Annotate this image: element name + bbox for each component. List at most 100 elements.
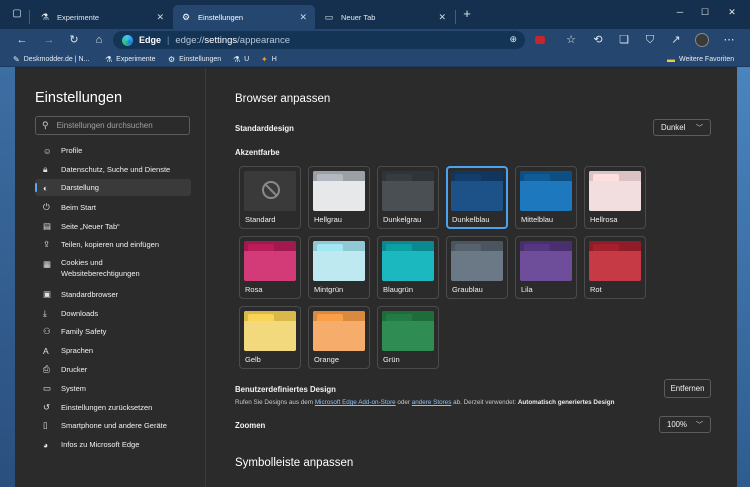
accent-preview-front (244, 251, 296, 281)
sidebar-item-family[interactable]: ⚇ Family Safety (35, 323, 191, 340)
sidebar-item-label: Seite „Neuer Tab“ (61, 222, 120, 231)
section-heading-customize-browser: Browser anpassen (235, 93, 331, 105)
accent-swatch-label: Rot (590, 285, 602, 294)
accent-swatch-grün[interactable]: Grün (377, 306, 439, 369)
accent-swatch-orange[interactable]: Orange (308, 306, 370, 369)
refresh-icon[interactable]: ↻ (66, 32, 82, 48)
accent-preview (382, 241, 434, 281)
accent-swatch-dunkelblau[interactable]: Dunkelblau (446, 166, 508, 229)
share-icon[interactable]: ↗ (668, 32, 684, 48)
profile-avatar-icon[interactable] (694, 32, 710, 48)
minimize-icon[interactable]: ─ (670, 4, 690, 20)
close-icon[interactable]: ✕ (299, 12, 307, 23)
accent-swatch-graublau[interactable]: Graublau (446, 236, 508, 299)
sidebar-item-printers[interactable]: ⎙ Drucker (35, 361, 191, 378)
printer-icon: ⎙ (43, 364, 50, 374)
sidebar-item-appearance[interactable]: ◐ Darstellung (35, 179, 191, 196)
accent-color-label: Akzentfarbe (235, 148, 280, 157)
navigation-bar: ← → ↻ ⌂ Edge | edge://settings/appearanc… (0, 29, 750, 51)
accent-preview (244, 311, 296, 351)
settings-search-input[interactable]: ⚲ Einstellungen durchsuchen (35, 116, 190, 135)
shield-icon[interactable]: ⛉ (642, 32, 658, 48)
sidebar-item-languages[interactable]: A Sprachen (35, 342, 191, 359)
sidebar-item-startup[interactable]: ⏻ Beim Start (35, 199, 191, 216)
address-bar[interactable]: Edge | edge://settings/appearance ⊕ (113, 31, 525, 49)
other-stores-link[interactable]: andere Stores (412, 399, 452, 406)
sidebar-item-label: Einstellungen zurücksetzen (61, 403, 153, 412)
remove-theme-button[interactable]: Entfernen (664, 379, 711, 398)
tab-experimente[interactable]: ⚗ Experimente ✕ (32, 5, 172, 29)
default-design-dropdown[interactable]: Dunkel ﹀ (653, 119, 711, 136)
tab-einstellungen[interactable]: ⚙ Einstellungen ✕ (173, 5, 315, 29)
search-icon: ⚲ (42, 120, 49, 130)
extension-red-icon[interactable] (532, 32, 548, 48)
sidebar-item-label: Profile (61, 146, 83, 155)
sidebar-item-profile[interactable]: ☺ Profile (35, 142, 191, 159)
accent-preview-tab (382, 241, 434, 249)
tab-actions-icon[interactable]: ▢ (9, 6, 25, 22)
favorite-u[interactable]: ⚗ U (233, 53, 249, 65)
favorite-star-icon[interactable]: ☆ (563, 32, 579, 48)
favorite-experimente[interactable]: ⚗ Experimente (105, 53, 155, 65)
accent-preview (313, 241, 365, 281)
tab-neuer-tab[interactable]: ▭ Neuer Tab ✕ (316, 5, 454, 29)
sidebar-item-phone[interactable]: ▯ Smartphone und andere Geräte (35, 417, 191, 434)
sidebar-item-share[interactable]: ⇪ Teilen, kopieren und einfügen (35, 236, 191, 253)
addon-store-link[interactable]: Microsoft Edge Add-on-Store (315, 399, 396, 406)
favorite-label: H (271, 55, 277, 63)
accent-swatch-rosa[interactable]: Rosa (239, 236, 301, 299)
accent-swatch-label: Grün (383, 355, 400, 364)
section-heading-customize-toolbar: Symbolleiste anpassen (235, 457, 354, 469)
accent-preview-tab (313, 241, 365, 249)
menu-icon[interactable]: ⋯ (721, 32, 737, 48)
gear-icon: ⚙ (168, 54, 176, 64)
home-icon[interactable]: ⌂ (91, 32, 107, 48)
accent-preview (244, 241, 296, 281)
accent-swatch-mittelblau[interactable]: Mittelblau (515, 166, 577, 229)
edge-icon: ◕ (43, 439, 49, 450)
new-tab-icon[interactable]: + (459, 6, 475, 22)
sidebar-item-system[interactable]: ▭ System (35, 380, 191, 397)
favorite-einstellungen[interactable]: ⚙ Einstellungen (168, 53, 221, 65)
accent-swatch-label: Mittelblau (521, 215, 554, 224)
sidebar-item-cookies[interactable]: ▦ Cookies und Websiteberechtigungen (35, 257, 191, 283)
desktop-background (0, 67, 15, 487)
close-window-icon[interactable]: ✕ (722, 4, 742, 20)
sidebar-item-newtab[interactable]: ▤ Seite „Neuer Tab“ (35, 218, 191, 235)
zoom-dropdown[interactable]: 100% ﹀ (659, 416, 711, 433)
sidebar-item-default-browser[interactable]: ▣ Standardbrowser (35, 286, 191, 303)
sidebar-item-reset[interactable]: ↺ Einstellungen zurücksetzen (35, 399, 191, 416)
favorites-bar: ✎ Deskmodder.de | N... ⚗ Experimente ⚙ Eins… (0, 51, 750, 67)
accent-swatch-gelb[interactable]: Gelb (239, 306, 301, 369)
close-icon[interactable]: ✕ (156, 12, 164, 23)
tab-separator (29, 10, 30, 24)
favorite-h[interactable]: ✦ H (261, 53, 277, 65)
gear-icon: ⚙ (181, 11, 191, 22)
forward-icon[interactable]: → (41, 32, 57, 48)
more-favorites-label: Weitere Favoriten (679, 55, 735, 63)
accent-preview (451, 171, 503, 211)
more-favorites[interactable]: ▬ Weitere Favoriten (667, 53, 734, 65)
collections-icon[interactable]: ❏ (616, 32, 632, 48)
accent-swatch-lila[interactable]: Lila (515, 236, 577, 299)
address-separator: | (167, 35, 170, 45)
accent-swatch-standard[interactable]: Standard (239, 166, 301, 229)
custom-design-label: Benutzerdefiniertes Design (235, 385, 336, 394)
sidebar-item-privacy[interactable]: 🔒︎ Datenschutz, Suche und Dienste (35, 161, 191, 178)
sidebar-item-downloads[interactable]: ⤓ Downloads (35, 305, 191, 322)
back-icon[interactable]: ← (14, 32, 30, 48)
history-icon[interactable]: ⟲ (590, 32, 606, 48)
sidebar-item-about[interactable]: ◕ Infos zu Microsoft Edge (35, 436, 191, 453)
accent-swatch-mintgrün[interactable]: Mintgrün (308, 236, 370, 299)
favorite-deskmodder[interactable]: ✎ Deskmodder.de | N... (13, 53, 89, 65)
phone-icon: ▯ (43, 420, 48, 430)
add-favorite-tile-icon[interactable]: ⊕ (509, 34, 517, 45)
accent-swatch-hellrosa[interactable]: Hellrosa (584, 166, 646, 229)
accent-swatch-rot[interactable]: Rot (584, 236, 646, 299)
close-icon[interactable]: ✕ (438, 12, 446, 23)
accent-swatch-hellgrau[interactable]: Hellgrau (308, 166, 370, 229)
accent-swatch-dunkelgrau[interactable]: Dunkelgrau (377, 166, 439, 229)
maximize-icon[interactable]: ☐ (695, 4, 715, 20)
accent-swatch-label: Graublau (452, 285, 483, 294)
accent-swatch-blaugrün[interactable]: Blaugrün (377, 236, 439, 299)
